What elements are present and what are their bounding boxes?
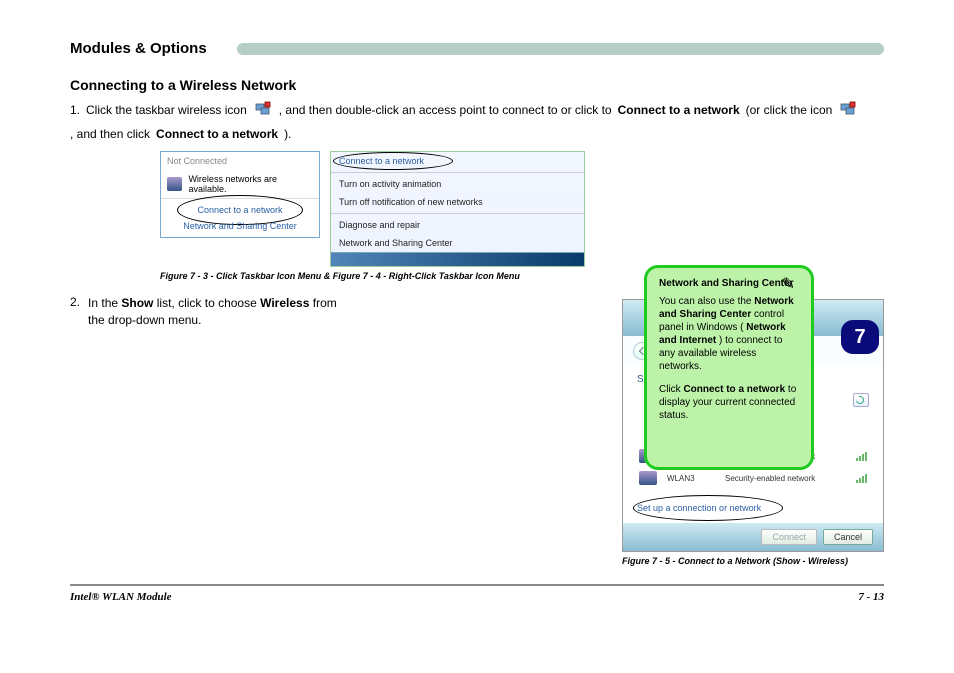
section-header-bar [237,43,884,55]
network-tray-icon-2 [840,101,856,117]
refresh-icon [853,393,869,407]
fig3-not-connected: Not Connected [161,152,319,170]
fig3-available-text: Wireless networks are available. [188,174,313,194]
step-1-text-e: , and then click [70,125,150,143]
monitor-icon [167,177,182,191]
monitor-icon [639,471,657,485]
cancel-button: Cancel [823,529,873,545]
sidebar-note: ✎ Network and Sharing Center You can als… [644,265,814,470]
step-1-text-b: , and then double-click an access point … [279,101,612,119]
step-1-text-end: ). [284,125,291,143]
note-p1: You can also use the Network and Sharing… [659,295,799,373]
network-name: WLAN3 [667,474,715,483]
figure-4-context-menu: Connect to a network Turn on activity an… [330,151,585,267]
network-tray-icon [255,101,271,117]
note-p2: Click Connect to a network to display yo… [659,383,799,422]
figure-5-caption: Figure 7 - 5 - Connect to a Network (Sho… [622,556,884,566]
step-2-text: In the Show list, click to choose Wirele… [88,295,348,329]
taskbar-tray [331,252,584,266]
chapter-tab: 7 [841,320,879,354]
note-heading: Network and Sharing Center [659,278,799,289]
footer-left: Intel® WLAN Module [70,591,172,603]
step-2-number: 2. [70,295,80,309]
fig3-line: Wireless networks are available. [161,170,319,198]
step-1-line: 1. Click the taskbar wireless icon , and… [70,101,884,143]
network-desc: Security-enabled network [725,474,846,483]
network-row: WLAN3 Security-enabled network [637,467,869,489]
footer-right: 7 - 13 [858,591,884,603]
fig3-sharing-center: Network and Sharing Center [161,221,319,237]
connect-button: Connect [761,529,817,545]
fig4-op1: Turn on activity animation [331,175,584,193]
step-1-text-d: (or click the icon [746,101,833,119]
section-header: Modules & Options [70,40,884,57]
fig3-connect-link: Connect to a network [161,198,319,221]
figure-3-popup: Not Connected Wireless networks are avai… [160,151,320,238]
fig4-op2: Turn off notification of new networks [331,193,584,211]
step-1-link-text-2: Connect to a network [156,125,278,143]
step-1-link-text: Connect to a network [618,101,740,119]
step-1-number: 1. [70,101,80,119]
setup-connection-link: Set up a connection or network [637,499,869,517]
page-footer: Intel® WLAN Module 7 - 13 [70,586,884,603]
fig4-connect-link: Connect to a network [331,152,584,170]
step-1-text-a: Click the taskbar wireless icon [86,101,247,119]
section-header-title: Modules & Options [70,40,207,57]
fig4-op3: Diagnose and repair [331,216,584,234]
subsection-title: Connecting to a Wireless Network [70,77,884,93]
fig4-op4: Network and Sharing Center [331,234,584,252]
pen-icon: ✎ [782,274,795,294]
dialog-button-row: Connect Cancel [623,523,883,551]
signal-icon [856,451,867,461]
signal-icon [856,473,867,483]
figure-row-34: Not Connected Wireless networks are avai… [160,151,884,267]
